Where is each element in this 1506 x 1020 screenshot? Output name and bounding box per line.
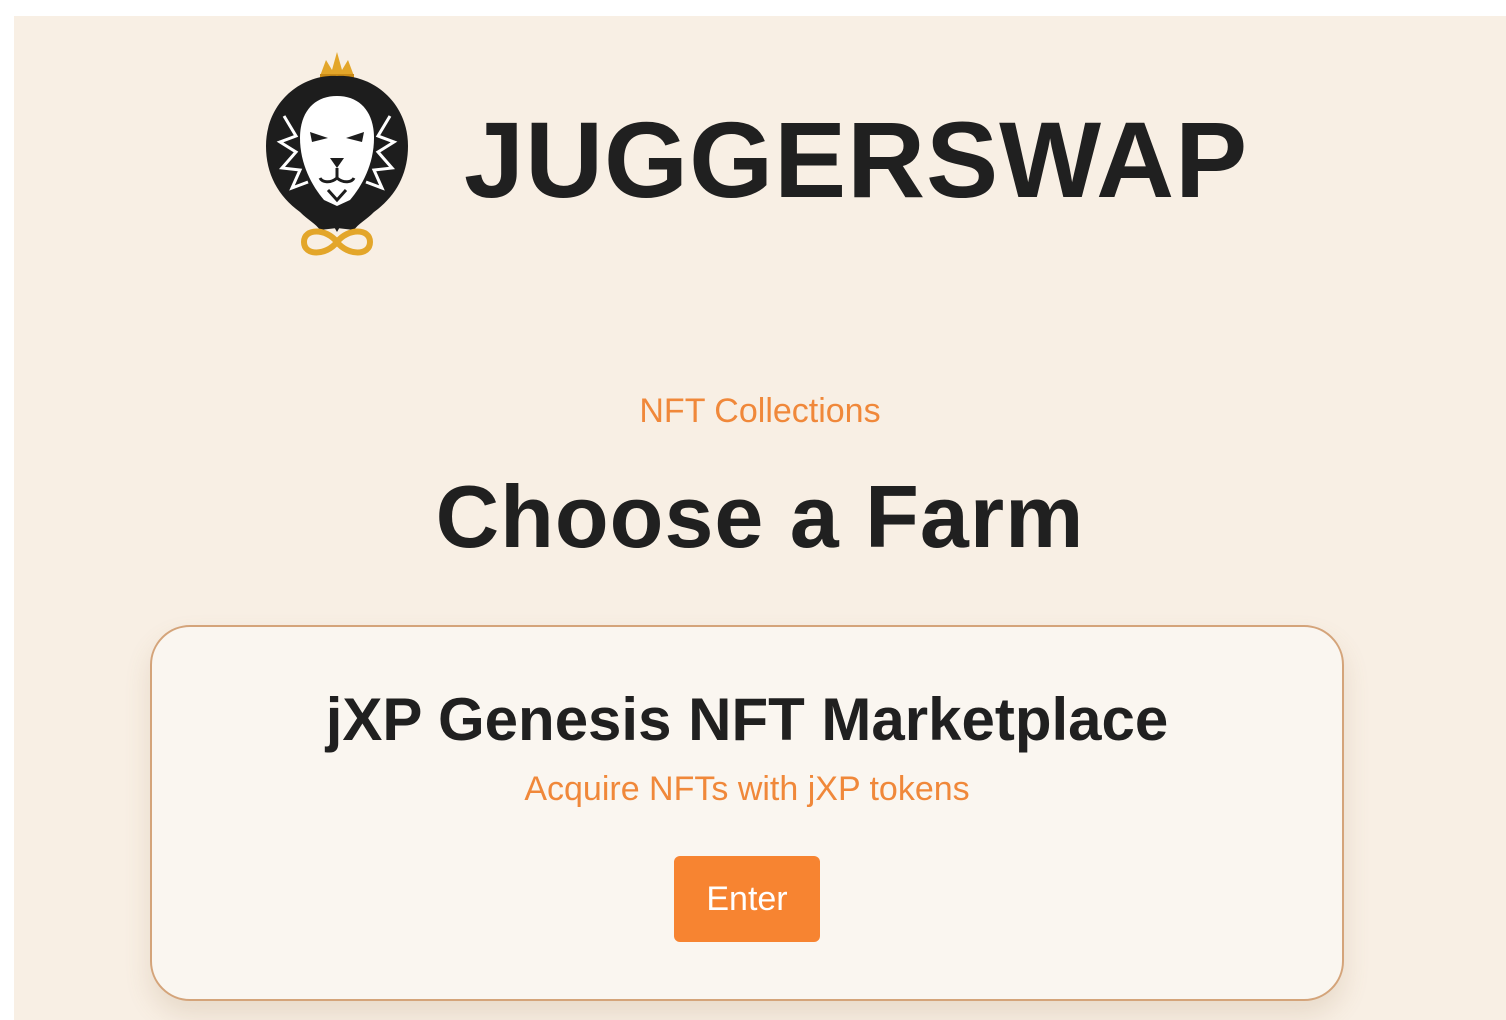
enter-button[interactable]: Enter bbox=[674, 856, 820, 942]
farm-card-subtitle: Acquire NFTs with jXP tokens bbox=[524, 770, 970, 808]
page-title: Choose a Farm bbox=[435, 467, 1085, 566]
farm-card: jXP Genesis NFT Marketplace Acquire NFTs… bbox=[150, 625, 1344, 1001]
brand-name: JUGGERSWAP bbox=[464, 99, 1249, 220]
page-background: JUGGERSWAP NFT Collections Choose a Farm… bbox=[14, 16, 1506, 1020]
lion-logo-icon bbox=[262, 46, 412, 268]
section-eyebrow: NFT Collections bbox=[639, 392, 881, 430]
farm-card-title: jXP Genesis NFT Marketplace bbox=[325, 686, 1169, 753]
header: JUGGERSWAP bbox=[262, 46, 1262, 268]
